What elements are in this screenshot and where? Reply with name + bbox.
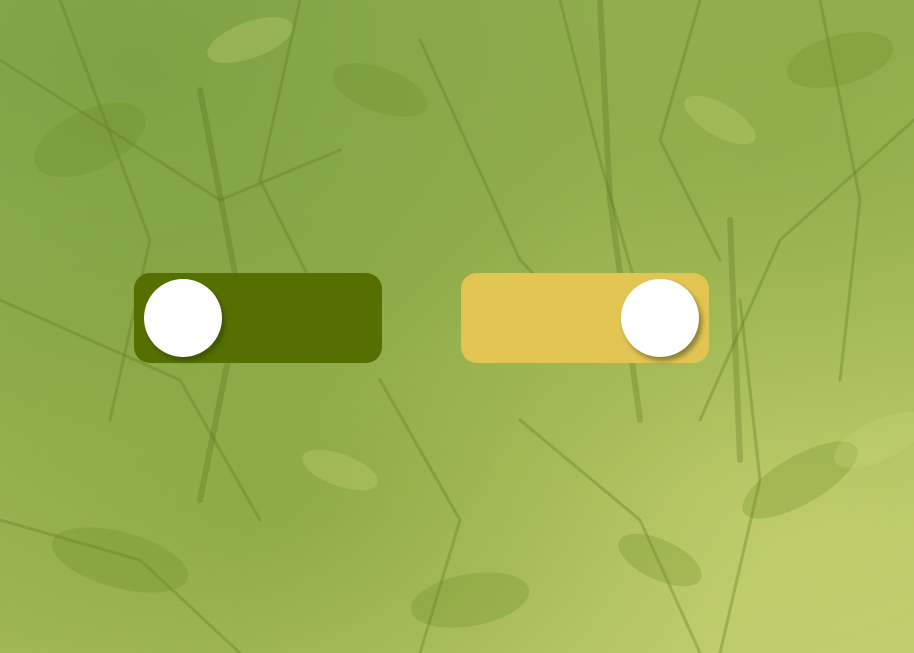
toggle-switch-on[interactable] <box>461 273 709 363</box>
toggle-knob-on[interactable] <box>621 279 699 357</box>
toggle-switch-off[interactable] <box>134 273 382 363</box>
toggle-knob-off[interactable] <box>144 279 222 357</box>
